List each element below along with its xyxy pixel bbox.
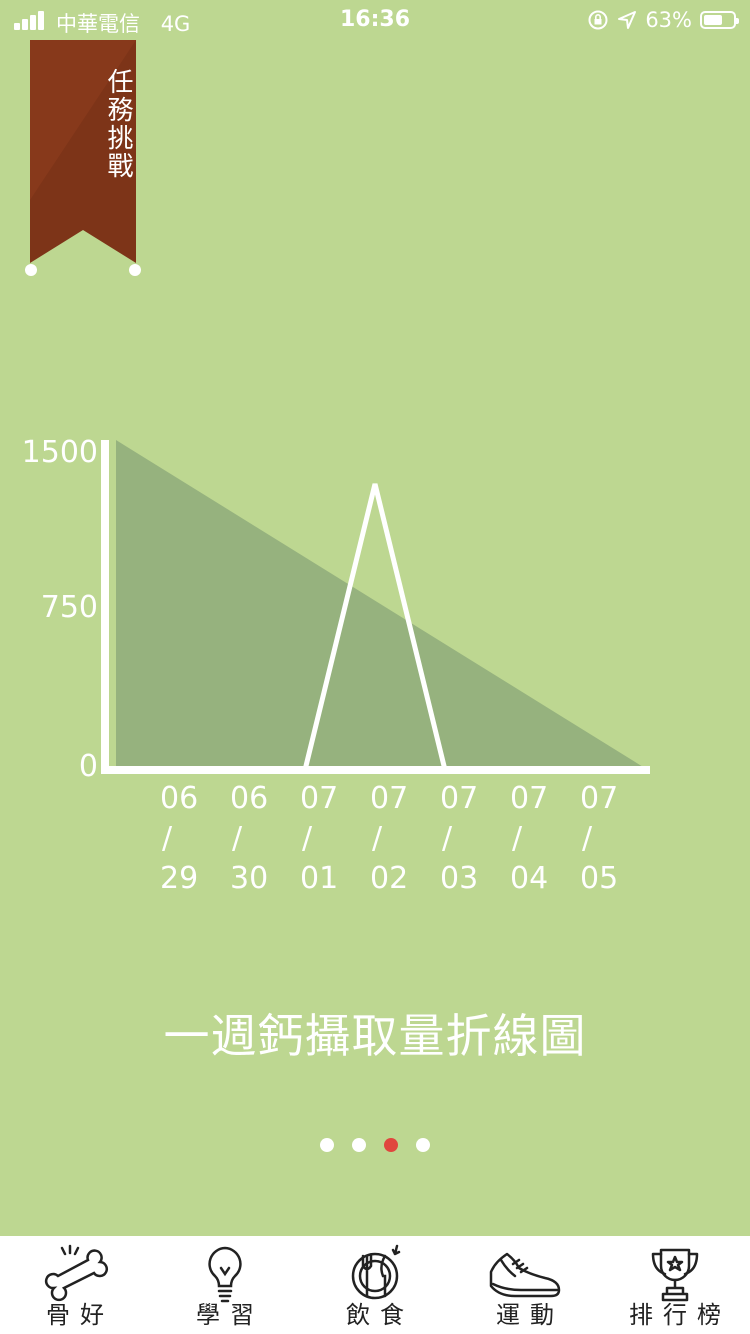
tab-learning[interactable]: 學習 xyxy=(150,1236,300,1334)
x-tick-label: 07 xyxy=(580,781,618,816)
tab-label: 骨好 xyxy=(46,1301,114,1329)
tab-diet[interactable]: 飲食 xyxy=(300,1236,450,1334)
page-indicator[interactable] xyxy=(0,1138,750,1152)
x-tick-label: 04 xyxy=(510,861,548,896)
tab-exercise[interactable]: 運動 xyxy=(450,1236,600,1334)
x-tick-label: 02 xyxy=(370,861,408,896)
x-tick-label: / xyxy=(582,821,593,856)
x-tick-label: / xyxy=(512,821,523,856)
x-tick-label: / xyxy=(232,821,243,856)
page-dot[interactable] xyxy=(416,1138,430,1152)
page-dot[interactable] xyxy=(352,1138,366,1152)
orientation-lock-icon xyxy=(588,10,608,30)
tab-label: 運動 xyxy=(496,1301,564,1329)
x-tick-label: / xyxy=(442,821,453,856)
tab-leaderboard[interactable]: 排行榜 xyxy=(600,1236,750,1334)
x-tick-label: 07 xyxy=(300,781,338,816)
x-tick-label: 07 xyxy=(510,781,548,816)
status-bar: 中華電信 4G 16:36 63% xyxy=(0,0,750,40)
area-series xyxy=(116,440,648,770)
x-tick-label: 06 xyxy=(230,781,268,816)
x-tick-label: 07 xyxy=(440,781,478,816)
x-tick-label: 05 xyxy=(580,861,618,896)
tab-bar: 骨好 學習 飲食 運動 排行榜 xyxy=(0,1236,750,1334)
x-tick-label: 07 xyxy=(370,781,408,816)
x-tick-label: 03 xyxy=(440,861,478,896)
chart-title: 一週鈣攝取量折線圖 xyxy=(163,1009,587,1063)
ribbon-label: 任務挑戰 xyxy=(103,68,133,180)
y-tick-label: 750 xyxy=(41,590,98,625)
battery-percent: 63% xyxy=(645,8,692,32)
tab-bone-health[interactable]: 骨好 xyxy=(0,1236,150,1334)
x-tick-label: 06 xyxy=(160,781,198,816)
x-tick-label: 30 xyxy=(230,861,268,896)
y-tick-label: 0 xyxy=(79,749,98,784)
y-tick-label: 1500 xyxy=(22,435,98,470)
page-dot[interactable] xyxy=(320,1138,334,1152)
page-dot-active[interactable] xyxy=(384,1138,398,1152)
tab-label: 排行榜 xyxy=(629,1301,731,1329)
tab-label: 飲食 xyxy=(346,1301,414,1329)
location-arrow-icon xyxy=(618,11,637,29)
tab-label: 學習 xyxy=(196,1301,264,1329)
x-tick-label: / xyxy=(302,821,313,856)
calcium-chart: 0 750 1500 06 / 29 06 / 30 07 / 01 07 / 02 07 / 03 07 / 04 07… xyxy=(22,435,650,896)
battery-icon xyxy=(700,11,739,29)
x-tick-label: / xyxy=(372,821,383,856)
x-tick-label: 01 xyxy=(300,861,338,896)
x-tick-label: 29 xyxy=(160,861,198,896)
x-tick-label: / xyxy=(162,821,173,856)
